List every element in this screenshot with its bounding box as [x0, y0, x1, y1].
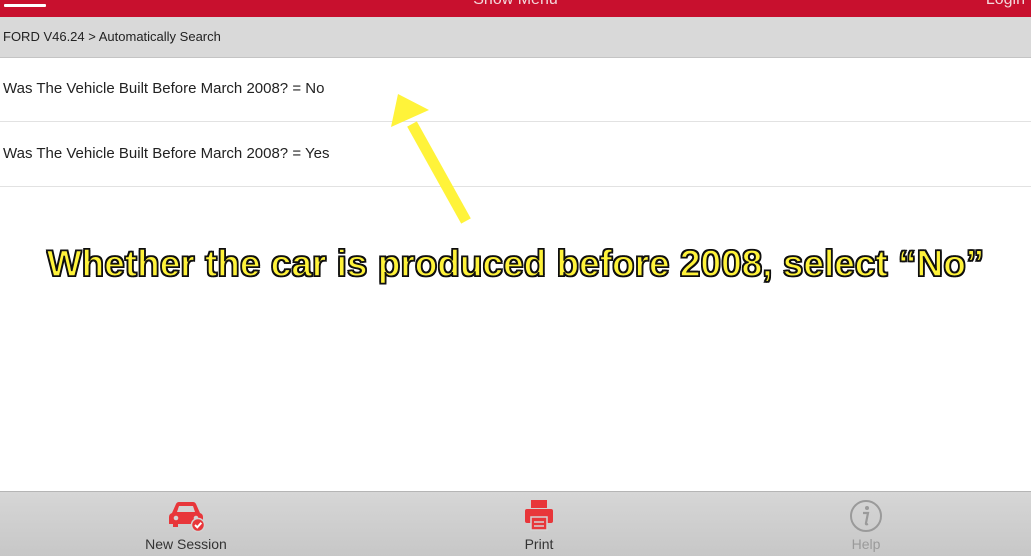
new-session-label: New Session [145, 536, 227, 552]
print-button[interactable]: Print [439, 492, 639, 556]
app-window: Show Menu Login FORD V46.24 > Automatica… [0, 0, 1031, 556]
help-label: Help [851, 536, 881, 552]
bottom-nav-bar: New Session Print Help [0, 491, 1031, 556]
print-label: Print [524, 536, 554, 552]
show-menu-title[interactable]: Show Menu [0, 0, 1031, 9]
new-session-button[interactable]: New Session [86, 492, 286, 556]
info-icon [850, 500, 882, 532]
printer-icon [525, 500, 553, 531]
car-check-icon [169, 502, 206, 533]
list-item-built-before-2008-no[interactable]: Was The Vehicle Built Before March 2008?… [0, 58, 1031, 122]
list-item-built-before-2008-yes[interactable]: Was The Vehicle Built Before March 2008?… [0, 122, 1031, 187]
annotation-caption: Whether the car is produced before 2008,… [46, 242, 985, 285]
breadcrumb: FORD V46.24 > Automatically Search [0, 17, 1031, 58]
help-button[interactable]: Help [766, 492, 966, 556]
option-list: Was The Vehicle Built Before March 2008?… [0, 58, 1031, 187]
login-link[interactable]: Login [986, 0, 1025, 9]
top-bar: Show Menu Login [0, 0, 1031, 17]
